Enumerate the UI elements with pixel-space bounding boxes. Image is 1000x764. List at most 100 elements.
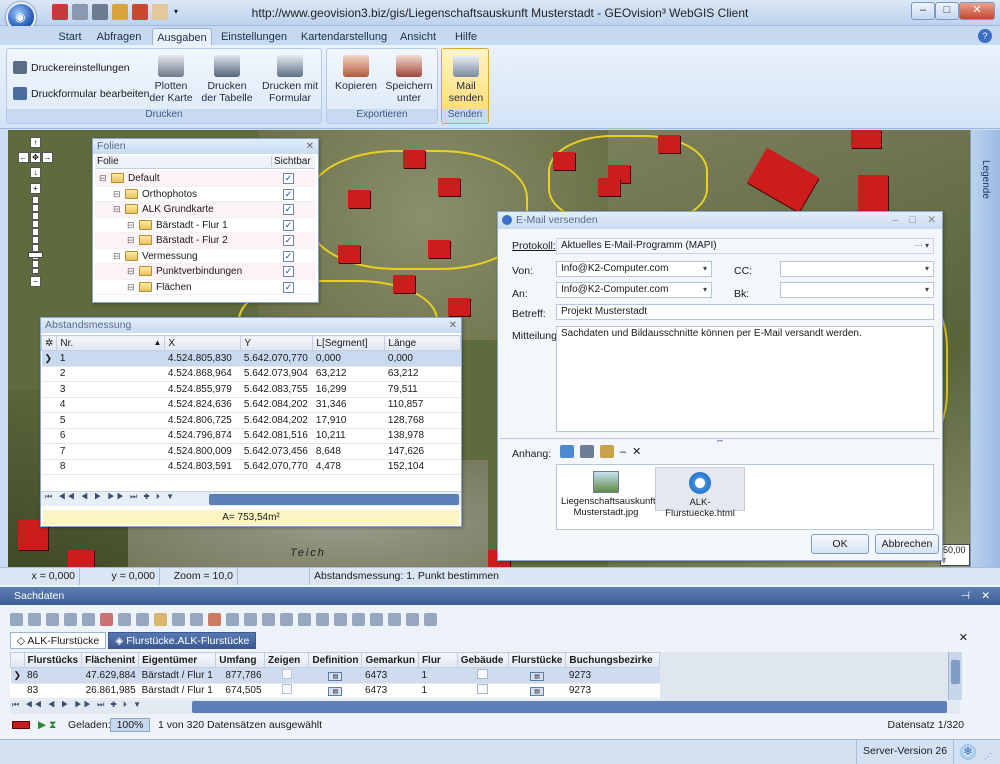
pan-right-button[interactable]: →	[42, 152, 53, 163]
zeigen-checkbox-icon[interactable]	[281, 684, 292, 695]
minimize-icon[interactable]: –	[892, 212, 898, 229]
export-icon[interactable]	[226, 612, 239, 626]
table-row[interactable]: 6 4.524.796,874 5.642.081,516 10,211 138,978	[41, 428, 461, 444]
row-selector[interactable]	[41, 412, 57, 429]
maximize-button[interactable]: □	[935, 2, 959, 20]
folien-item[interactable]: ⊟ Default ✓	[95, 171, 315, 187]
col-lsegment[interactable]: L[Segment]	[312, 335, 386, 351]
table-row[interactable]: ❯ 1 4.524.805,830 5.642.070,770 0,000 0,000	[41, 350, 461, 367]
visibility-checkbox[interactable]: ✓	[283, 219, 294, 231]
sort-icon[interactable]	[28, 612, 41, 626]
maximize-icon[interactable]: □	[910, 212, 916, 229]
definition-icon[interactable]: ▤	[530, 687, 545, 697]
column-header[interactable]: Definition	[308, 652, 363, 668]
row-selector[interactable]: ❯	[10, 667, 25, 684]
folien-item[interactable]: ⊟ Vermessung ✓	[95, 248, 315, 264]
clear-icon[interactable]	[100, 612, 113, 626]
col-x[interactable]: X	[164, 335, 242, 351]
row-selector[interactable]	[41, 459, 57, 475]
table-row[interactable]: 7 4.524.800,009 5.642.073,456 8,648 147,626	[41, 443, 461, 460]
pan-hand-icon[interactable]	[152, 4, 168, 20]
drucken-formular-button[interactable]: Drucken mit Formular	[261, 55, 319, 104]
folien-item[interactable]: ⊟ ALK Grundkarte ✓	[95, 202, 315, 218]
tab-flurstuecke-alk[interactable]: ◈ Flurstücke.ALK-Flurstücke	[108, 632, 257, 649]
folien-item[interactable]: ⊟ Bärstadt - Flur 1 ✓	[95, 217, 315, 233]
table-row[interactable]: 3 4.524.855,979 5.642.083,755 16,299 79,511	[41, 381, 461, 398]
row-selector[interactable]: ❯	[41, 350, 57, 367]
col-laenge[interactable]: Länge	[384, 335, 461, 351]
ok-button[interactable]: OK	[811, 534, 869, 554]
tab-abfragen[interactable]: Abfragen	[94, 28, 144, 46]
camera-icon[interactable]	[298, 612, 311, 626]
visibility-checkbox[interactable]: ✓	[283, 188, 294, 200]
building-icon[interactable]	[477, 668, 489, 679]
table-icon[interactable]	[190, 612, 203, 626]
eye-icon[interactable]	[280, 612, 293, 626]
protokoll-select[interactable]: Aktuelles E-Mail-Programm (MAPI) ··· ▾	[556, 238, 934, 254]
folien-item[interactable]: ⊟ Orthophotos ✓	[95, 186, 315, 202]
visibility-checkbox[interactable]: ✓	[283, 266, 294, 277]
visibility-checkbox[interactable]: ✓	[283, 235, 294, 246]
print-icon[interactable]	[262, 612, 275, 626]
tree-expander-icon[interactable]: ⊟	[99, 171, 107, 186]
legend-panel-tab[interactable]: Legende	[970, 130, 1000, 567]
edit-icon[interactable]	[172, 612, 185, 626]
chevron-down-icon[interactable]: ▾	[172, 4, 180, 20]
column-header[interactable]: Zeigen	[264, 652, 310, 668]
row-selector[interactable]	[10, 683, 25, 699]
horizontal-scrollbar[interactable]	[209, 494, 459, 505]
splitter[interactable]: •••	[500, 438, 940, 445]
building-icon[interactable]	[477, 684, 489, 695]
druckformular-button[interactable]: Druckformular bearbeiten	[13, 87, 149, 100]
von-field[interactable]: Info@K2-Computer.com ▾	[556, 261, 712, 277]
tab-ansicht[interactable]: Ansicht	[396, 28, 440, 46]
drucken-tabelle-button[interactable]: Drucken der Tabelle	[199, 55, 255, 104]
folder-attachment-icon[interactable]	[600, 445, 614, 458]
close-icon[interactable]: ✕	[449, 318, 457, 333]
definition-icon[interactable]: ▤	[328, 687, 343, 697]
tab-alk-flurstuecke[interactable]: ◇ ALK-Flurstücke	[10, 632, 107, 649]
table-row[interactable]: 5 4.524.806,725 5.642.084,202 17,910 128,768	[41, 412, 461, 429]
link-icon[interactable]	[406, 612, 419, 626]
chart-icon[interactable]	[208, 612, 221, 626]
column-header[interactable]: Flurstücks	[23, 652, 83, 668]
visibility-checkbox[interactable]: ✓	[283, 281, 294, 293]
filter-icon[interactable]	[46, 612, 59, 626]
record-nav-icons[interactable]: ⏮ ◀◀ ◀ ▶ ▶▶ ⏭ ✚ ⏵ ▼	[45, 492, 176, 502]
tab-start[interactable]: Start	[52, 28, 88, 46]
column-header[interactable]: Flächenint	[81, 652, 140, 668]
pan-down-button[interactable]: ↓	[30, 167, 41, 178]
close-icon[interactable]: ✕	[981, 587, 990, 605]
folder-icon[interactable]	[154, 612, 167, 626]
tab-kartendarstellung[interactable]: Kartendarstellung	[298, 28, 390, 46]
record-nav-icons[interactable]: ⏮ ◀◀ ◀ ▶ ▶▶ ⏭ ✚ ⏵ ▼	[12, 700, 143, 710]
add-attachment-icon[interactable]	[560, 445, 574, 458]
pan-up-button[interactable]: ↑	[30, 137, 41, 148]
mitteilung-textarea[interactable]: Sachdaten und Bildausschnitte können per…	[556, 326, 934, 432]
zoom-in-button[interactable]: +	[30, 183, 41, 194]
tree-expander-icon[interactable]: ⊟	[127, 218, 135, 233]
tree-expander-icon[interactable]: ⊟	[113, 249, 121, 264]
list-icon[interactable]	[64, 612, 77, 626]
resize-grip-icon[interactable]: ⋰	[984, 752, 992, 761]
refresh-icon[interactable]	[136, 612, 149, 626]
grid-icon[interactable]	[316, 612, 329, 626]
table-row[interactable]: 4 4.524.824,636 5.642.084,202 31,346 110,857	[41, 397, 461, 413]
folien-item[interactable]: ⊟ Flächen ✓	[95, 279, 315, 295]
table-attachment-icon[interactable]	[580, 445, 594, 458]
help-icon[interactable]: ?	[978, 29, 992, 43]
an-field[interactable]: Info@K2-Computer.com ▾	[556, 282, 712, 298]
scrollbar-thumb[interactable]	[951, 660, 960, 684]
unlink-icon[interactable]	[424, 612, 437, 626]
col-nr[interactable]: Nr. ▲	[56, 335, 166, 351]
binoculars-icon[interactable]	[118, 612, 131, 626]
measure-icon[interactable]	[132, 4, 148, 20]
betreff-field[interactable]: Projekt Musterstadt	[556, 304, 934, 320]
table-row[interactable]: 8 4.524.803,591 5.642.070,770 4,478 152,104	[41, 459, 461, 475]
definition-icon[interactable]: ▤	[530, 671, 545, 681]
layout-icon[interactable]	[370, 612, 383, 626]
attachment-html[interactable]: ALK-Flurstuecke.html	[655, 467, 745, 519]
vertical-scrollbar[interactable]	[948, 652, 962, 700]
folien-item[interactable]: ⊟ Bärstadt - Flur 2 ✓	[95, 233, 315, 249]
remove-icon[interactable]: –	[620, 446, 626, 458]
